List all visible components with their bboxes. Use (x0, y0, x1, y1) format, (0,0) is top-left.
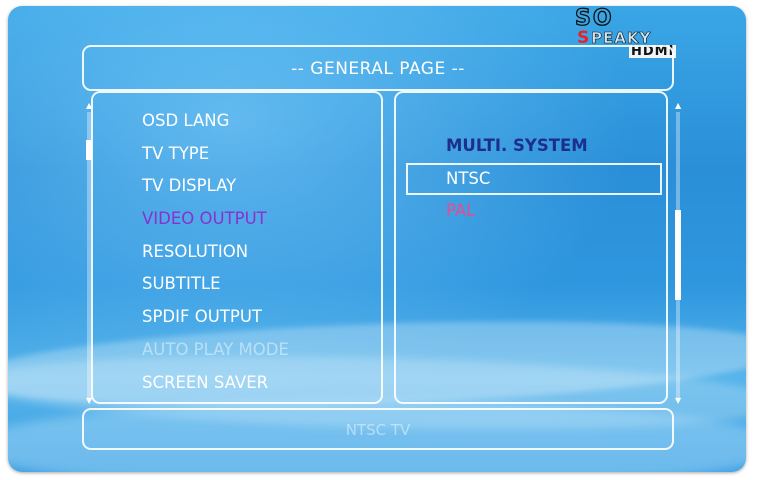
right-scrollbar-thumb[interactable] (675, 210, 681, 300)
option-pal[interactable]: PAL (446, 201, 475, 220)
option-ntsc[interactable]: NTSC (446, 169, 490, 188)
menu-item-osd-lang[interactable]: OSD LANG (142, 105, 289, 138)
menu-item-tv-display[interactable]: TV DISPLAY (142, 170, 289, 203)
menu-item-tv-type[interactable]: TV TYPE (142, 138, 289, 171)
scroll-down-arrow-icon[interactable]: ▼ (675, 396, 681, 405)
page-title-bar: -- GENERAL PAGE -- (82, 45, 674, 91)
status-bar: NTSC TV (82, 408, 674, 450)
settings-menu: OSD LANG TV TYPE TV DISPLAY VIDEO OUTPUT RES… (142, 105, 289, 399)
status-text: NTSC TV (345, 421, 411, 439)
scroll-up-arrow-icon[interactable]: ▲ (675, 101, 681, 110)
menu-item-auto-play-mode[interactable]: AUTO PLAY MODE (142, 334, 289, 367)
menu-item-screen-saver[interactable]: SCREEN SAVER (142, 367, 289, 400)
menu-item-resolution[interactable]: RESOLUTION (142, 236, 289, 269)
option-heading: MULTI. SYSTEM (446, 136, 588, 155)
options-panel: MULTI. SYSTEM NTSC PAL (394, 91, 668, 404)
option-focus-highlight (406, 163, 662, 195)
menu-item-spdif-output[interactable]: SPDIF OUTPUT (142, 301, 289, 334)
menu-item-subtitle[interactable]: SUBTITLE (142, 268, 289, 301)
menu-item-video-output[interactable]: VIDEO OUTPUT (142, 203, 289, 236)
settings-menu-panel: OSD LANG TV TYPE TV DISPLAY VIDEO OUTPUT RES… (91, 91, 383, 404)
page-title: -- GENERAL PAGE -- (291, 59, 465, 79)
